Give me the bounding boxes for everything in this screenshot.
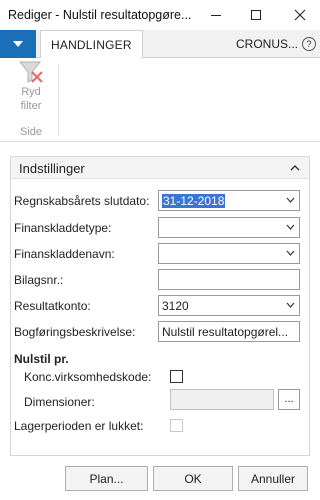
chevron-down-icon xyxy=(286,250,295,256)
chevron-down-icon xyxy=(286,197,295,203)
clear-filter-label-line2: filter xyxy=(20,100,42,112)
minimize-icon xyxy=(211,15,221,16)
close-by-section-heading: Nulstil pr. xyxy=(14,352,69,366)
help-icon[interactable]: ? xyxy=(302,37,316,51)
dimensions-assist-button[interactable]: ... xyxy=(278,389,300,410)
chevron-down-icon xyxy=(286,224,295,230)
fiscal-year-end-label: Regnskabsårets slutdato: xyxy=(14,194,150,208)
journal-batch-field[interactable] xyxy=(158,243,300,264)
retained-earnings-label: Resultatkonto: xyxy=(14,299,91,313)
retained-earnings-value: 3120 xyxy=(162,299,189,313)
posting-description-label: Bogføringsbeskrivelse: xyxy=(14,325,136,339)
clear-filter-label-line1: Ryd xyxy=(21,86,41,98)
plan-button[interactable]: Plan... xyxy=(65,466,148,491)
ribbon-body: Ryd filter Side xyxy=(0,58,320,142)
close-button[interactable] xyxy=(280,0,320,30)
caret-down-icon xyxy=(13,41,23,47)
clear-filter-button[interactable]: Ryd filter xyxy=(8,60,54,112)
retained-earnings-field[interactable]: 3120 xyxy=(158,295,300,316)
panel-title: Indstillinger xyxy=(19,161,85,176)
close-icon xyxy=(294,9,306,21)
fiscal-year-end-value: 31-12-2018 xyxy=(162,194,226,208)
company-name[interactable]: CRONUS... xyxy=(236,37,298,51)
posting-description-value: Nulstil resultatopgørel... xyxy=(162,325,289,339)
tab-handlinger[interactable]: HANDLINGER xyxy=(40,30,143,59)
chevron-down-icon xyxy=(286,302,295,308)
application-menu-button[interactable] xyxy=(0,30,36,58)
title-bar: Rediger - Nulstil resultatopgøre... xyxy=(0,0,320,30)
posting-description-field[interactable]: Nulstil resultatopgørel... xyxy=(158,321,300,342)
clear-filter-icon xyxy=(18,61,43,83)
ribbon-group-label: Side xyxy=(20,126,43,138)
chevron-up-icon xyxy=(290,165,300,171)
panel-header[interactable]: Indstillinger xyxy=(11,157,309,179)
journal-batch-label: Finanskladdenavn: xyxy=(14,247,115,261)
maximize-icon xyxy=(251,10,261,20)
document-no-label: Bilagsnr.: xyxy=(14,273,64,287)
ribbon-tab-strip: HANDLINGER CRONUS... ? xyxy=(0,30,320,59)
window-title: Rediger - Nulstil resultatopgøre... xyxy=(8,8,192,22)
cancel-button[interactable]: Annuller xyxy=(238,466,308,491)
ok-button[interactable]: OK xyxy=(153,466,233,491)
group-divider xyxy=(58,64,59,136)
fiscal-year-end-field[interactable]: 31-12-2018 xyxy=(158,190,300,211)
maximize-button[interactable] xyxy=(236,0,276,30)
journal-template-field[interactable] xyxy=(158,217,300,238)
journal-template-label: Finanskladdetype: xyxy=(14,221,112,235)
business-unit-label: Konc.virksomhedskode: xyxy=(24,370,152,384)
dimensions-field xyxy=(170,389,274,410)
inventory-closed-label: Lagerperioden er lukket: xyxy=(14,419,144,433)
document-no-field[interactable] xyxy=(158,269,300,290)
dimensions-label: Dimensioner: xyxy=(24,395,95,409)
business-unit-checkbox[interactable] xyxy=(170,370,183,383)
inventory-closed-checkbox xyxy=(170,419,183,432)
minimize-button[interactable] xyxy=(196,0,236,30)
